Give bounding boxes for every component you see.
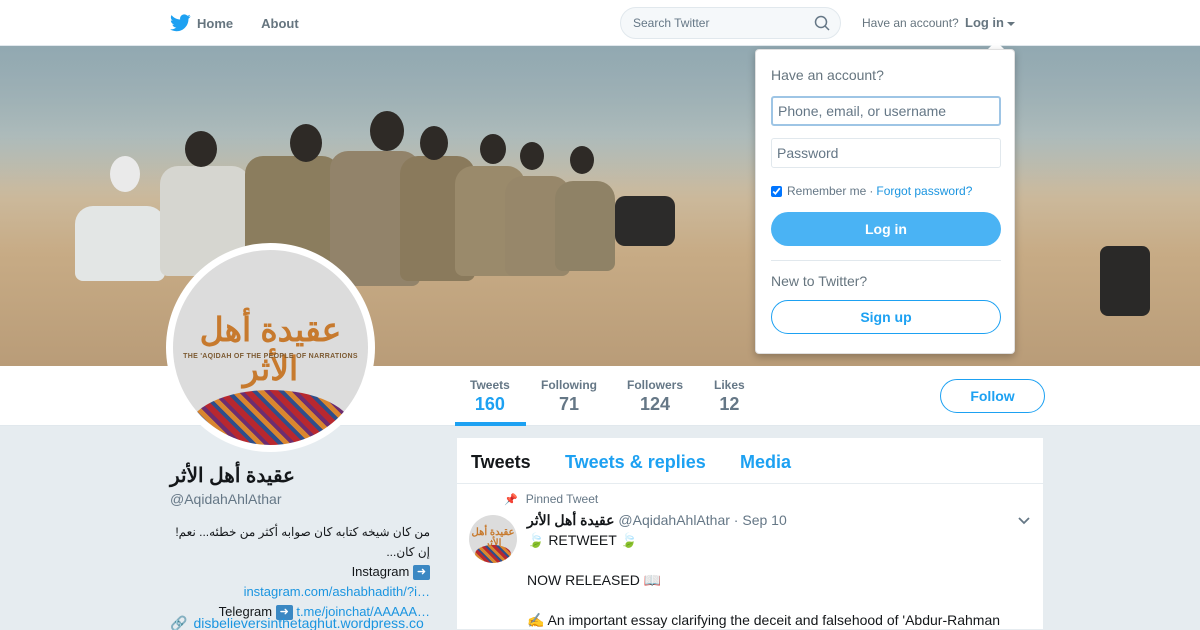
stat-label: Followers	[627, 378, 684, 392]
tab-tweets-replies[interactable]: Tweets & replies	[565, 452, 706, 473]
stat-label: Likes	[714, 378, 745, 392]
pinned-text: Pinned Tweet	[525, 492, 599, 506]
tweet-text: 🍃 RETWEET 🍃 NOW RELEASED 📖 ✍️ An importa…	[527, 530, 1027, 630]
avatar-pattern	[188, 390, 353, 445]
search-icon[interactable]	[814, 15, 830, 31]
stat-likes[interactable]: Likes 12	[714, 378, 745, 415]
twitter-bird-icon	[170, 14, 191, 32]
avatar-logo-subtitle: THE 'AQIDAH OF THE PEOPLE OF NARRATIONS	[183, 353, 358, 360]
stat-tweets[interactable]: Tweets 160	[470, 378, 510, 415]
stat-label: Following	[541, 378, 597, 392]
dropdown-title: Have an account?	[771, 67, 884, 83]
stat-label: Tweets	[470, 378, 510, 392]
link-icon: 🔗	[170, 615, 188, 630]
bio-instagram-label: Instagram	[351, 564, 410, 579]
follow-button[interactable]: Follow	[940, 379, 1045, 413]
profile-name[interactable]: عقيدة أهل الأثر	[170, 463, 295, 488]
tweet-author-handle[interactable]: @AqidahAhlAthar	[618, 512, 730, 528]
tweet-line: NOW RELEASED 📖	[527, 572, 662, 588]
home-link[interactable]: Home	[170, 14, 233, 32]
username-field[interactable]	[771, 96, 1001, 126]
remember-row: Remember me · Forgot password?	[771, 184, 972, 198]
stat-value: 71	[558, 394, 580, 414]
stat-value: 124	[639, 394, 671, 414]
pin-icon: 📌	[504, 494, 518, 506]
have-account-text: Have an account?	[862, 16, 959, 30]
bio-instagram-line: Instagram ➜	[170, 562, 430, 582]
tweet-line	[527, 590, 1027, 610]
stat-following[interactable]: Following 71	[541, 378, 597, 415]
tweet-date[interactable]: Sep 10	[742, 512, 786, 528]
stat-followers[interactable]: Followers 124	[627, 378, 683, 415]
avatar-logo-text: عقيدة أهل الأثر	[199, 311, 342, 387]
tweet-author-name[interactable]: عقيدة أهل الأثر	[527, 512, 615, 528]
about-link[interactable]: About	[261, 16, 299, 31]
timeline-tabs: Tweets Tweets & replies Media	[457, 438, 1043, 484]
nav-left: Home About	[170, 0, 327, 46]
bio-text: من كان شيخه كتابه كان صوابه أكثر من خطئه…	[175, 525, 430, 559]
tweet-header: عقيدة أهل الأثر @AqidahAhlAthar · Sep 10	[527, 512, 787, 529]
login-label: Log in	[965, 15, 1004, 30]
arrow-right-icon: ➜	[413, 565, 430, 581]
forgot-password-link[interactable]: Forgot password?	[876, 184, 972, 198]
profile-bio: من كان شيخه كتابه كان صوابه أكثر من خطئه…	[170, 522, 430, 622]
home-label: Home	[197, 15, 234, 31]
dropdown-divider	[771, 260, 1001, 261]
profile-website[interactable]: 🔗 disbelieversinthetaghut.wordpress.co	[170, 615, 424, 630]
profile-avatar[interactable]: عقيدة أهل الأثر THE 'AQIDAH OF THE PEOPL…	[166, 243, 375, 452]
bio-instagram-link[interactable]: instagram.com/ashabhadith/?i…	[170, 582, 430, 602]
timeline: Tweets Tweets & replies Media 📌 Pinned Tw…	[456, 437, 1044, 630]
login-dropdown: Have an account? Remember me · Forgot pa…	[755, 49, 1015, 354]
website-link[interactable]: disbelieversinthetaghut.wordpress.co	[193, 615, 423, 630]
tab-media[interactable]: Media	[740, 452, 791, 473]
top-nav-bar: Home About Have an account? Log in	[0, 0, 1200, 46]
dropdown-caret	[988, 41, 1004, 49]
new-to-twitter-text: New to Twitter?	[771, 273, 868, 289]
active-tab-underline	[455, 422, 526, 426]
remember-me-label[interactable]: Remember me	[787, 184, 866, 198]
login-dropdown-toggle[interactable]: Log in	[965, 15, 1015, 30]
avatar-image: عقيدة أهل الأثر THE 'AQIDAH OF THE PEOPL…	[173, 250, 368, 445]
tab-tweets[interactable]: Tweets	[471, 452, 531, 473]
stat-value: 160	[474, 394, 505, 414]
tweet-line: ✍️ An important essay clarifying the dec…	[527, 612, 1001, 628]
stat-value: 12	[719, 394, 740, 414]
profile-handle[interactable]: @AqidahAhlAthar	[170, 491, 282, 507]
remember-separator: ·	[869, 184, 874, 198]
chevron-down-icon[interactable]	[1017, 514, 1031, 528]
tweet-line: 🍃 RETWEET 🍃	[527, 532, 638, 548]
tweet-line	[527, 550, 1027, 570]
pinned-tweet-label: 📌 Pinned Tweet	[504, 492, 598, 506]
tweet-avatar[interactable]: عقيدة أهل الأثر	[469, 515, 517, 563]
search-input[interactable]	[621, 8, 801, 38]
search-box	[620, 7, 841, 39]
caret-down-icon	[1007, 21, 1015, 26]
login-button[interactable]: Log in	[771, 212, 1001, 246]
remember-me-checkbox[interactable]	[771, 185, 782, 197]
password-field[interactable]	[771, 138, 1001, 168]
signup-button[interactable]: Sign up	[771, 300, 1001, 334]
